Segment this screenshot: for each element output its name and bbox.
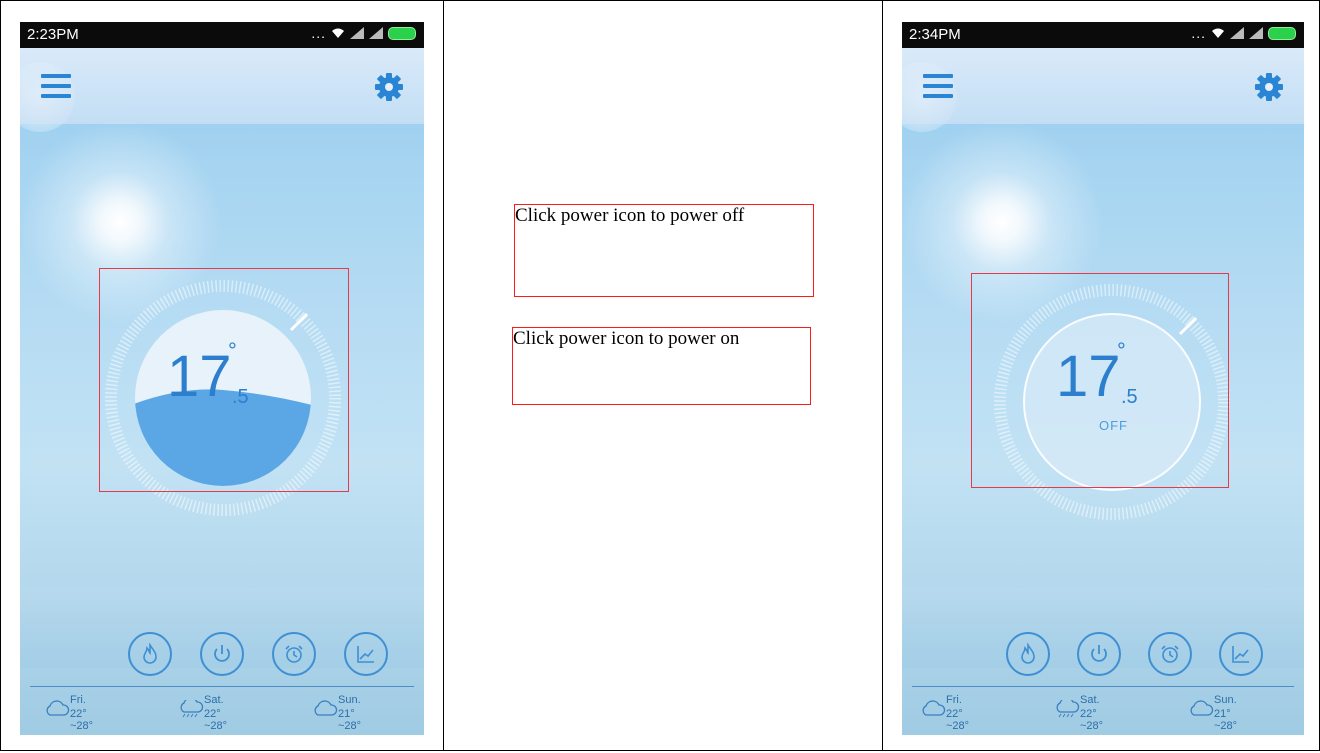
forecast-day: Sat. bbox=[1080, 694, 1100, 706]
status-time: 2:23PM bbox=[27, 26, 79, 43]
gear-icon[interactable] bbox=[1254, 72, 1284, 102]
statistics-button[interactable] bbox=[344, 632, 388, 676]
app-bar bbox=[902, 48, 1304, 124]
alarm-clock-icon bbox=[285, 645, 303, 663]
phone-screen-power-on: 2:23PM ... 17 ° .5 Fri. 22° ~28° Sat. 22… bbox=[20, 22, 424, 735]
forecast-range: 22° ~28° bbox=[946, 708, 970, 732]
power-button[interactable] bbox=[200, 632, 244, 676]
gear-icon[interactable] bbox=[374, 72, 404, 102]
cloud-icon bbox=[314, 700, 338, 716]
statistics-button[interactable] bbox=[1219, 632, 1263, 676]
chart-icon bbox=[1232, 646, 1249, 663]
forecast-day: Sat. bbox=[204, 694, 224, 706]
note-power-on-text: Click power icon to power on bbox=[513, 328, 740, 349]
forecast-day: Fri. bbox=[70, 694, 86, 706]
forecast-range: 22° ~28° bbox=[1080, 708, 1104, 732]
annotation-box bbox=[99, 268, 349, 492]
alarm-clock-icon bbox=[1161, 645, 1179, 663]
wifi-icon bbox=[332, 28, 344, 38]
power-icon bbox=[214, 645, 230, 662]
forecast-range: 21° ~28° bbox=[338, 708, 362, 732]
flame-icon bbox=[1021, 643, 1035, 664]
status-bar: 2:34PM ... bbox=[902, 22, 1304, 48]
cloud-icon bbox=[46, 700, 70, 716]
status-bar: 2:23PM ... bbox=[20, 22, 424, 48]
chart-icon bbox=[357, 646, 374, 663]
forecast-range: 21° ~28° bbox=[1214, 708, 1238, 732]
forecast-divider bbox=[30, 686, 414, 687]
annotation-box bbox=[971, 273, 1229, 488]
forecast-divider bbox=[912, 686, 1294, 687]
power-button[interactable] bbox=[1077, 632, 1121, 676]
rain-cloud-icon bbox=[1056, 700, 1080, 718]
status-time: 2:34PM bbox=[909, 26, 961, 43]
forecast-range: 22° ~28° bbox=[204, 708, 228, 732]
forecast-day: Fri. bbox=[946, 694, 962, 706]
notification-dots: ... bbox=[1191, 25, 1206, 41]
signal-icon bbox=[1230, 27, 1244, 39]
app-bar bbox=[20, 48, 424, 124]
forecast-range: 22° ~28° bbox=[70, 708, 94, 732]
notification-dots: ... bbox=[311, 25, 326, 41]
forecast-day: Sun. bbox=[1214, 694, 1237, 706]
signal-icon-2 bbox=[1249, 27, 1263, 39]
signal-icon bbox=[350, 27, 364, 39]
heat-mode-button[interactable] bbox=[1006, 632, 1050, 676]
rain-cloud-icon bbox=[180, 700, 204, 718]
power-icon bbox=[1091, 645, 1107, 662]
timer-button[interactable] bbox=[272, 632, 316, 676]
heat-mode-button[interactable] bbox=[128, 632, 172, 676]
wifi-icon bbox=[1212, 28, 1224, 38]
battery-icon bbox=[1268, 26, 1296, 40]
status-icons: ... bbox=[311, 25, 416, 41]
signal-icon-2 bbox=[369, 27, 383, 39]
forecast-day: Sun. bbox=[338, 694, 361, 706]
menu-icon[interactable] bbox=[41, 74, 71, 98]
flame-icon bbox=[143, 643, 157, 664]
status-icons: ... bbox=[1191, 25, 1296, 41]
timer-button[interactable] bbox=[1148, 632, 1192, 676]
menu-icon[interactable] bbox=[923, 74, 953, 98]
note-power-off: Click power icon to power off bbox=[514, 204, 814, 297]
note-power-off-text: Click power icon to power off bbox=[515, 205, 745, 226]
battery-icon bbox=[388, 26, 416, 40]
cloud-icon bbox=[1190, 700, 1214, 716]
phone-screen-power-off: 2:34PM ... 17 ° .5 OFF Fri. 22° ~28° Sat… bbox=[902, 22, 1304, 735]
note-power-on: Click power icon to power on bbox=[512, 327, 811, 405]
cloud-icon bbox=[922, 700, 946, 716]
